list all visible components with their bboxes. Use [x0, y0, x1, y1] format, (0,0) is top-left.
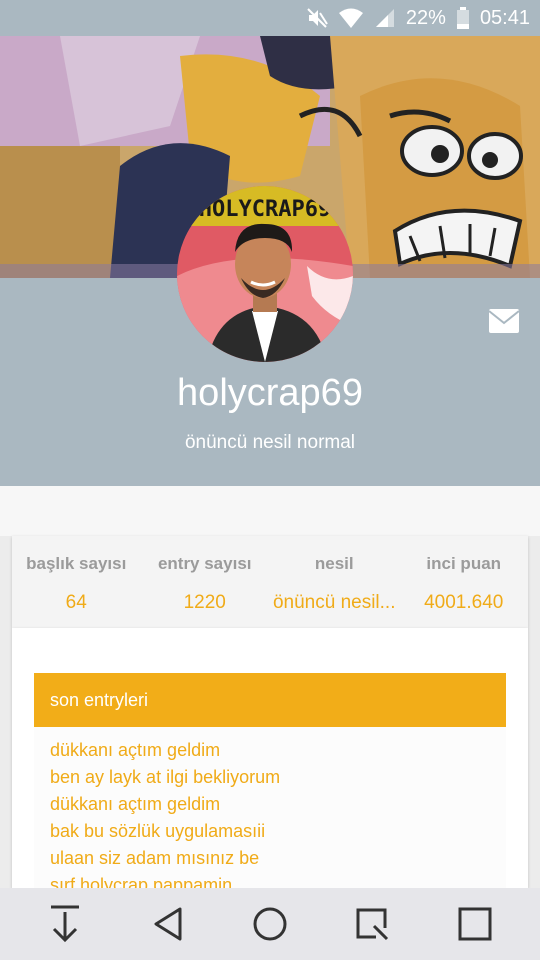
status-bar: 22% 05:41: [0, 0, 540, 36]
battery-percent: 22%: [405, 6, 446, 29]
entry-link[interactable]: sırf holycrap pappamin: [34, 873, 506, 888]
recents-icon[interactable]: [445, 894, 505, 954]
stat-label: nesil: [314, 554, 354, 573]
user-title: önüncü nesil normal: [184, 432, 356, 453]
username: holycrap69: [177, 372, 363, 414]
screenshot-icon[interactable]: [342, 894, 402, 954]
entry-link[interactable]: bak bu sözlük uygulamasıii: [34, 819, 506, 846]
signal-icon: [374, 7, 396, 29]
mute-icon: [306, 7, 328, 29]
stat-label: başlık sayısı: [26, 554, 127, 573]
stat-label: entry sayısı: [157, 554, 252, 573]
stats-card: başlık sayısı 64 entry sayısı 1220 nesil…: [12, 536, 528, 628]
entry-link[interactable]: dükkanı açtım geldim: [34, 738, 506, 765]
avatar-banner-text: HOLYCRAP69: [199, 197, 331, 222]
stat-points: inci puan 4001.640: [400, 536, 528, 628]
recent-entries-list: dükkanı açtım geldim ben ay layk at ilgi…: [34, 727, 506, 888]
home-icon[interactable]: [240, 894, 300, 954]
wifi-icon: [338, 7, 364, 29]
avatar[interactable]: HOLYCRAP69: [177, 186, 353, 362]
back-icon[interactable]: [138, 894, 198, 954]
battery-icon: [456, 7, 470, 29]
mail-icon[interactable]: [488, 308, 520, 334]
recent-entries-header[interactable]: son entryleri: [34, 673, 506, 727]
entry-link[interactable]: ben ay layk at ilgi bekliyorum: [34, 765, 506, 792]
stat-generation: nesil önüncü nesil...: [269, 536, 400, 628]
stat-entry-count: entry sayısı 1220: [140, 536, 268, 628]
stat-value: önüncü nesil...: [272, 592, 396, 613]
stat-topic-count: başlık sayısı 64: [12, 536, 140, 628]
stat-value: 1220: [183, 592, 226, 613]
stat-label: inci puan: [426, 554, 502, 573]
clock: 05:41: [479, 6, 530, 29]
entry-link[interactable]: ulaan siz adam mısınız be: [34, 846, 506, 873]
navigation-bar: [0, 888, 540, 960]
stat-value: 64: [65, 592, 87, 613]
stat-value: 4001.640: [424, 592, 504, 613]
download-icon[interactable]: [35, 894, 95, 954]
divider: [0, 486, 540, 536]
entry-link[interactable]: dükkanı açtım geldim: [34, 792, 506, 819]
